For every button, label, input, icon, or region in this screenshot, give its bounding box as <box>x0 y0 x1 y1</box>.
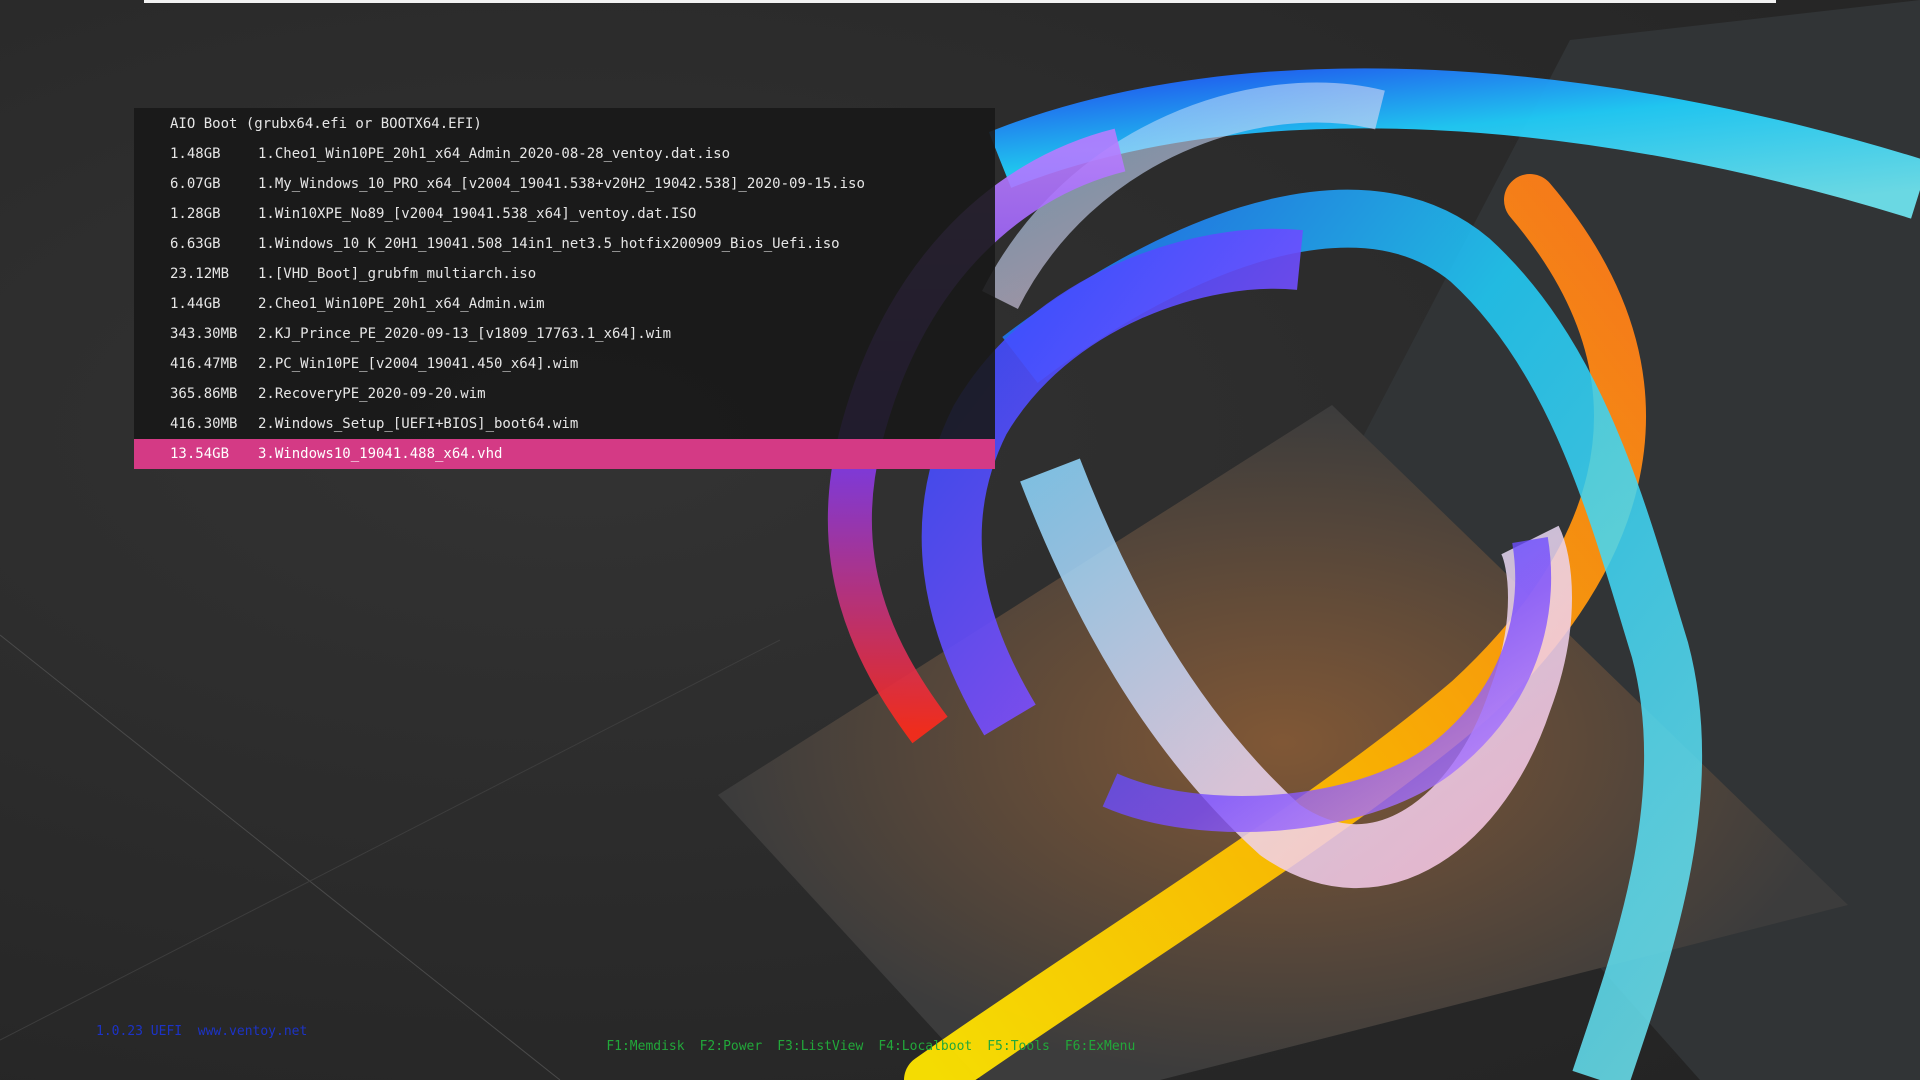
boot-screen: AIO Boot (grubx64.efi or BOOTX64.EFI) 1.… <box>0 0 1920 1080</box>
file-name: 2.PC_Win10PE_[v2004_19041.450_x64].wim <box>258 356 579 372</box>
boot-menu-item[interactable]: 6.63GB 1.Windows_10_K_20H1_19041.508_14i… <box>134 229 995 259</box>
boot-menu-item[interactable]: 6.07GB 1.My_Windows_10_PRO_x64_[v2004_19… <box>134 169 995 199</box>
boot-menu-item[interactable]: 365.86MB 2.RecoveryPE_2020-09-20.wim <box>134 379 995 409</box>
hotkey-localboot[interactable]: F4:Localboot <box>878 1039 972 1054</box>
file-name: 1.Win10XPE_No89_[v2004_19041.538_x64]_ve… <box>258 206 697 222</box>
file-size: 1.28GB <box>170 206 221 222</box>
hotkey-listview[interactable]: F3:ListView <box>777 1039 863 1054</box>
file-name: 2.KJ_Prince_PE_2020-09-13_[v1809_17763.1… <box>258 326 672 342</box>
boot-menu-item[interactable]: 343.30MB 2.KJ_Prince_PE_2020-09-13_[v180… <box>134 319 995 349</box>
file-size: 6.63GB <box>170 236 221 252</box>
boot-menu-item[interactable]: 1.44GB 2.Cheo1_Win10PE_20h1_x64_Admin.wi… <box>134 289 995 319</box>
file-size: 1.44GB <box>170 296 221 312</box>
hotkey-bar: F1:Memdisk F2:Power F3:ListView F4:Localboo… <box>575 1024 1150 1069</box>
version-website-label: 1.0.23 UEFI www.ventoy.net <box>96 1024 308 1039</box>
file-size: 416.47MB <box>170 356 238 372</box>
boot-menu-item[interactable]: 1.48GB 1.Cheo1_Win10PE_20h1_x64_Admin_20… <box>134 139 995 169</box>
boot-menu-item[interactable]: 416.47MB 2.PC_Win10PE_[v2004_19041.450_x… <box>134 349 995 379</box>
hotkey-memdisk[interactable]: F1:Memdisk <box>606 1039 684 1054</box>
menu-title: AIO Boot (grubx64.efi or BOOTX64.EFI) <box>134 109 995 139</box>
boot-menu-item[interactable]: 1.28GB 1.Win10XPE_No89_[v2004_19041.538_… <box>134 199 995 229</box>
file-name: 3.Windows10_19041.488_x64.vhd <box>258 446 503 462</box>
file-size: 1.48GB <box>170 146 221 162</box>
file-size: 13.54GB <box>170 446 230 462</box>
hotkey-power[interactable]: F2:Power <box>700 1039 763 1054</box>
file-size: 6.07GB <box>170 176 221 192</box>
file-size: 343.30MB <box>170 326 238 342</box>
boot-menu-item[interactable]: 416.30MB 2.Windows_Setup_[UEFI+BIOS]_boo… <box>134 409 995 439</box>
file-size: 365.86MB <box>170 386 238 402</box>
file-size: 416.30MB <box>170 416 238 432</box>
top-divider-bar <box>144 0 1776 3</box>
hotkey-tools[interactable]: F5:Tools <box>987 1039 1050 1054</box>
file-name: 1.My_Windows_10_PRO_x64_[v2004_19041.538… <box>258 176 865 192</box>
boot-menu-item[interactable]: 23.12MB 1.[VHD_Boot]_grubfm_multiarch.is… <box>134 259 995 289</box>
file-name: 1.Cheo1_Win10PE_20h1_x64_Admin_2020-08-2… <box>258 146 731 162</box>
file-name: 2.Windows_Setup_[UEFI+BIOS]_boot64.wim <box>258 416 579 432</box>
hotkey-exmenu[interactable]: F6:ExMenu <box>1065 1039 1135 1054</box>
file-name: 1.Windows_10_K_20H1_19041.508_14in1_net3… <box>258 236 840 252</box>
file-name: 1.[VHD_Boot]_grubfm_multiarch.iso <box>258 266 537 282</box>
boot-menu-item-selected[interactable]: 13.54GB 3.Windows10_19041.488_x64.vhd <box>134 439 995 469</box>
boot-menu-panel: AIO Boot (grubx64.efi or BOOTX64.EFI) 1.… <box>134 108 995 469</box>
file-size: 23.12MB <box>170 266 230 282</box>
file-name: 2.Cheo1_Win10PE_20h1_x64_Admin.wim <box>258 296 545 312</box>
menu-title-text: AIO Boot (grubx64.efi or BOOTX64.EFI) <box>170 116 482 132</box>
file-name: 2.RecoveryPE_2020-09-20.wim <box>258 386 486 402</box>
